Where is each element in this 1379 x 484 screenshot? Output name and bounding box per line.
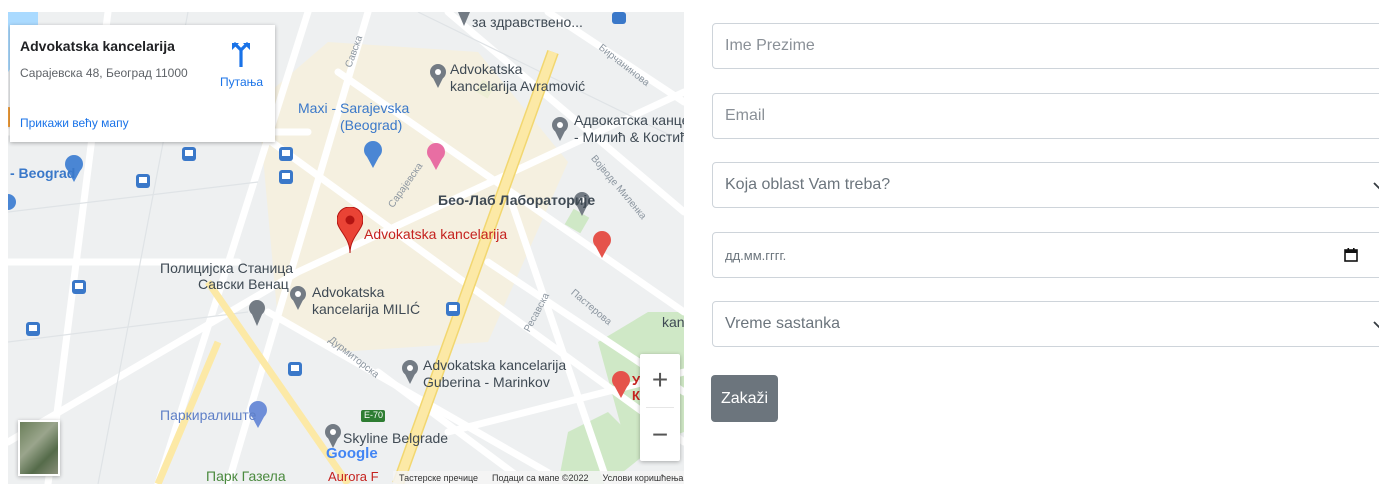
label-uz-line1: У bbox=[632, 373, 641, 388]
label-aurora: Aurora F bbox=[328, 469, 379, 484]
label-beograd: - Beograd bbox=[10, 165, 76, 181]
label-milic-line1: Advokatska bbox=[312, 284, 385, 300]
name-input[interactable] bbox=[712, 23, 1379, 69]
place-address: Сарајевска 48, Београд 11000 bbox=[20, 66, 188, 80]
label-parking: Паркиралиште bbox=[160, 407, 257, 423]
label-maxi-line2: (Beograd) bbox=[340, 117, 403, 133]
directions-button[interactable]: Путања bbox=[220, 75, 263, 89]
place-title: Advokatska kancelarija bbox=[20, 38, 175, 54]
map-data-attribution: Подаци са мапе ©2022 bbox=[492, 472, 589, 483]
google-logo: Google bbox=[326, 445, 378, 462]
label-health-center: за здравствено... bbox=[472, 14, 583, 30]
label-guberina-line1: Advokatska kancelarija bbox=[423, 357, 567, 373]
satellite-layer-toggle[interactable] bbox=[18, 420, 60, 476]
time-select-value: Vreme sastanka bbox=[725, 315, 841, 332]
label-milic-kostic-line2: - Милић & Костић bbox=[574, 129, 684, 145]
label-avramovic-line2: kancelarija Avramović bbox=[450, 78, 586, 94]
label-beolab: Бео-Лаб Лабораторије bbox=[438, 192, 596, 208]
schedule-button[interactable]: Zakaži bbox=[711, 375, 778, 422]
calendar-icon[interactable] bbox=[1344, 248, 1358, 262]
label-uz-line2: К bbox=[632, 388, 640, 403]
area-select[interactable]: Koja oblast Vam treba? bbox=[712, 162, 1379, 208]
label-milic-kostic-line1: Адвокатска канцел bbox=[574, 112, 684, 128]
label-maxi-line1: Maxi - Sarajevska bbox=[298, 100, 410, 116]
label-guberina-line2: Guberina - Marinkov bbox=[423, 374, 550, 390]
label-police-line2: Савски Венац bbox=[198, 276, 289, 292]
email-input[interactable] bbox=[712, 93, 1379, 139]
zoom-divider bbox=[646, 407, 674, 408]
label-skyline: Skyline Belgrade bbox=[343, 430, 449, 446]
zoom-control: + − bbox=[640, 354, 680, 461]
zoom-in-button[interactable]: + bbox=[640, 354, 680, 406]
chevron-down-icon bbox=[1373, 321, 1379, 329]
label-police-line1: Полицијска Станица bbox=[160, 260, 294, 276]
keyboard-shortcuts-link[interactable]: Тастерске пречице bbox=[399, 473, 478, 483]
highway-shield-e70: E-70 bbox=[364, 410, 384, 420]
chevron-down-icon bbox=[1373, 182, 1379, 190]
label-park: Парк Газела bbox=[206, 468, 286, 484]
place-card: Advokatska kancelarija Сарајевска 48, Бе… bbox=[10, 25, 275, 142]
map-marker-icon[interactable] bbox=[337, 207, 363, 253]
main-marker-label: Advokatska kancelarija bbox=[364, 226, 508, 242]
view-larger-map-link[interactable]: Прикажи већу мапу bbox=[20, 116, 129, 130]
directions-icon[interactable] bbox=[230, 41, 252, 67]
terms-link[interactable]: Услови коришћења bbox=[603, 473, 684, 483]
label-avramovic-line1: Advokatska bbox=[450, 61, 523, 77]
zoom-out-button[interactable]: − bbox=[640, 409, 680, 461]
map-embed[interactable]: за здравствено... Advokatska kancelarija… bbox=[8, 12, 684, 484]
area-select-value: Koja oblast Vam treba? bbox=[725, 176, 891, 193]
label-kanc: kanc bbox=[662, 314, 684, 330]
label-milic-line2: kancelarija MILIĆ bbox=[312, 301, 421, 317]
map-footer: Тастерске пречице Подаци са мапе ©2022 У… bbox=[393, 471, 684, 484]
date-placeholder: дд.мм.гггг. bbox=[725, 247, 787, 263]
time-select[interactable]: Vreme sastanka bbox=[712, 301, 1379, 347]
date-input[interactable]: дд.мм.гггг. bbox=[712, 232, 1379, 278]
